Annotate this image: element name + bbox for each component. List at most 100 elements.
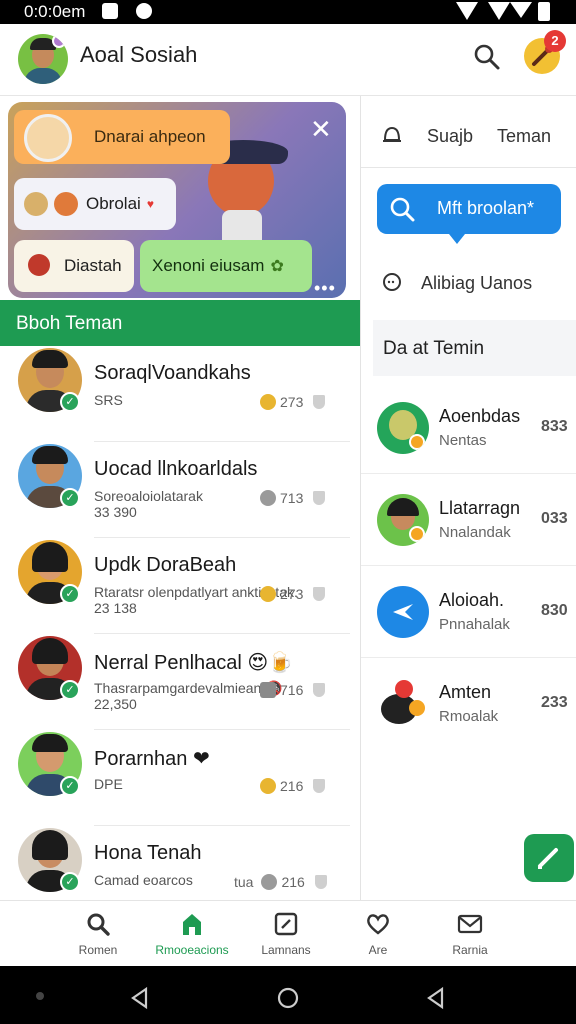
bottom-nav: Romen Rmooeacions Lamnans Are Rarnia	[0, 900, 576, 966]
shield-icon	[314, 875, 327, 889]
online-check-icon: ✓	[60, 392, 80, 412]
back-icon[interactable]	[128, 986, 152, 1010]
friend-meta-value: 273	[280, 394, 304, 410]
contact-row[interactable]: Aoenbdas Nentas 833	[361, 382, 576, 474]
contact-name: Amten	[439, 682, 492, 702]
friend-meta-value: 716	[280, 682, 304, 698]
contact-row[interactable]: Amten Rmoalak 233	[361, 658, 576, 750]
friend-name: Hona Tenah	[94, 842, 202, 864]
search-friends-label: Mft broolan*	[437, 198, 535, 218]
friend-count: 33 390	[94, 504, 137, 520]
contact-status: Nentas	[439, 432, 487, 449]
search-friends-button[interactable]: Mft broolan*	[377, 184, 561, 244]
friend-list: ✓ SoraqlVoandkahs SRS 273 ✓ Uocad llnkoa…	[0, 346, 360, 922]
contact-row[interactable]: Llatarragn Nnalandak 033	[361, 474, 576, 566]
contact-count: 233	[541, 694, 568, 711]
signal-icon	[456, 2, 478, 20]
right-panel: Suajb Teman Mft broolan* Alibiag Uanos D…	[360, 96, 576, 900]
nav-label: Rarnia	[452, 943, 488, 957]
contact-name: Aloioah.	[439, 590, 505, 610]
list-item[interactable]: ✓ Porarnhan ❤ DPE 216	[0, 730, 360, 826]
cellular-icon	[510, 2, 532, 18]
friend-name: Porarnhan ❤	[94, 748, 210, 770]
contact-avatar	[377, 586, 429, 638]
pencil-icon	[538, 848, 558, 869]
tab-teman[interactable]: Teman	[497, 126, 551, 147]
bubble-white-text: Obrolai	[86, 194, 141, 213]
plant-icon: ✿	[270, 258, 284, 275]
friend-name: Updk DoraBeah	[94, 554, 237, 576]
nav-label: Lamnans	[261, 943, 311, 957]
notification-button[interactable]: 2	[524, 30, 566, 74]
search-icon[interactable]	[472, 42, 502, 72]
note-icon	[274, 912, 298, 936]
contact-avatar	[377, 494, 429, 546]
friend-count: 23 138	[94, 600, 137, 616]
clock-icon	[136, 3, 152, 19]
friend-status: Camad eoarcos	[94, 872, 193, 888]
nav-item-are[interactable]: Are	[328, 911, 428, 957]
nav-item-rarnia[interactable]: Rarnia	[420, 911, 520, 957]
system-nav-bar	[0, 966, 576, 1024]
online-check-icon: ✓	[60, 680, 80, 700]
nav-item-lamnans[interactable]: Lamnans	[236, 911, 336, 957]
friend-meta: 273	[260, 394, 326, 410]
coin-icon	[260, 394, 276, 410]
cartoon-avatar-icon	[24, 114, 72, 162]
send-icon	[393, 604, 413, 620]
bell-icon[interactable]	[381, 124, 403, 146]
chat-link-label: Alibiag Uanos	[421, 273, 533, 293]
search-icon	[87, 913, 110, 936]
promo-banner: ✕ Dnarai ahpeon Obrolai ♥ Diastah Xenoni…	[8, 102, 346, 298]
recents-icon[interactable]	[424, 986, 448, 1010]
contact-status: Nnalandak	[439, 524, 511, 541]
chat-bubble-green: Xenoni eiusam ✿	[140, 240, 312, 292]
coin-icon	[260, 778, 276, 794]
compose-button[interactable]	[524, 834, 574, 882]
search-icon	[390, 197, 415, 222]
list-item[interactable]: ✓ Updk DoraBeah Rtaratsr olenpdatlyart a…	[0, 538, 360, 634]
chat-bubble-light: Diastah	[14, 240, 134, 292]
nav-label: Romen	[78, 943, 118, 957]
nav-item-romen[interactable]: Romen	[48, 911, 148, 957]
tab-suajb[interactable]: Suajb	[427, 126, 473, 147]
heart-icon: ♥	[146, 197, 154, 211]
list-item[interactable]: ✓ Uocad llnkoarldals Soreoaloiolatarak 3…	[0, 442, 360, 538]
nav-item-home[interactable]: Rmooeacions	[142, 911, 242, 957]
shield-icon	[313, 587, 326, 601]
friend-meta-tag: tua	[234, 874, 254, 890]
avatar-icon	[28, 254, 50, 276]
close-icon[interactable]: ✕	[310, 116, 332, 142]
online-check-icon: ✓	[60, 776, 80, 796]
chat-bubble-orange: Dnarai ahpeon	[14, 110, 230, 164]
home-button-icon[interactable]	[276, 986, 300, 1010]
bubble-green-text: Xenoni eiusam	[152, 256, 265, 275]
avatar-icon	[24, 192, 48, 216]
friend-status: Soreoaloiolatarak	[94, 488, 203, 504]
contact-status: Pnnahalak	[439, 616, 510, 633]
friend-meta-value: 216	[281, 874, 305, 890]
button-tail	[449, 234, 465, 244]
friend-status: DPE	[94, 776, 123, 792]
nav-label: Rmooeacions	[155, 943, 229, 957]
contact-name: Llatarragn	[439, 498, 521, 518]
chat-link[interactable]: Alibiag Uanos	[381, 272, 532, 294]
section-header: Bboh Teman	[0, 300, 360, 346]
shield-icon	[313, 683, 326, 697]
gift-icon	[260, 682, 276, 698]
list-item[interactable]: ✓ SoraqlVoandkahs SRS 273	[0, 346, 360, 442]
contact-row[interactable]: Aloioah. Pnnahalak 830	[361, 566, 576, 658]
friend-meta: 713	[260, 490, 326, 506]
profile-avatar[interactable]	[18, 34, 68, 84]
app-bar: Aoal Sosiah 2	[0, 24, 576, 96]
shield-icon	[313, 491, 326, 505]
more-icon[interactable]: •••	[314, 278, 336, 298]
status-bar: 0:0:0em	[0, 0, 576, 24]
contact-count: 033	[541, 510, 568, 527]
wifi-icon	[488, 2, 510, 20]
shield-icon	[313, 779, 326, 793]
coin-icon	[261, 874, 278, 890]
list-item[interactable]: ✓ Nerral Penlhacal 😍🍺 Thasrarpamgardeval…	[0, 634, 360, 730]
chat-icon	[383, 273, 401, 291]
home-icon	[183, 914, 201, 935]
